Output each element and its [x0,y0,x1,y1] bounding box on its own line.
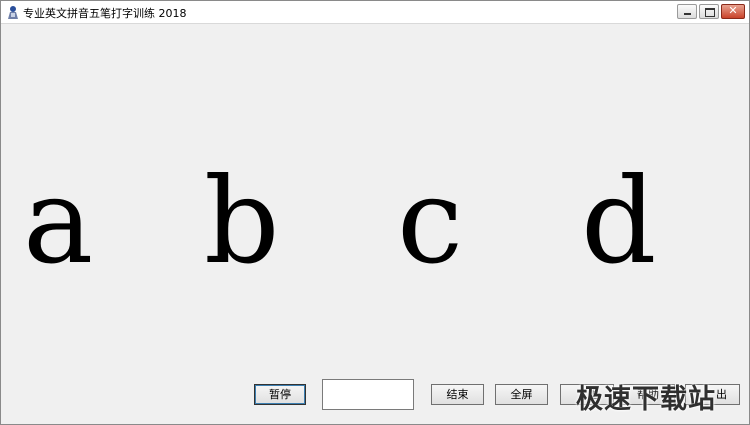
fullscreen-button[interactable]: 全屏 [495,384,548,405]
minimize-icon [684,13,691,15]
window-title: 专业英文拼音五笔打字训练 2018 [23,7,187,20]
title-bar[interactable]: 专业英文拼音五笔打字训练 2018 ✕ [1,1,749,24]
fullscreen-button-label: 全屏 [510,388,533,401]
app-icon [8,6,18,19]
end-button-label: 结束 [446,388,469,401]
close-icon: ✕ [728,4,738,17]
pause-button-label: 暂停 [269,388,291,401]
maximize-button[interactable] [699,4,719,19]
app-window: 专业英文拼音五笔打字训练 2018 ✕ a b c d 暂停 结束 全屏 退 帮… [0,0,750,425]
close-button[interactable]: ✕ [721,4,745,19]
practice-letter: b [204,152,280,290]
pause-button[interactable]: 暂停 [254,384,306,405]
practice-letter: d [581,152,657,290]
minimize-button[interactable] [677,4,697,19]
watermark: 极速下载站 [576,384,716,415]
typing-input[interactable] [322,379,414,410]
practice-letter: c [397,152,464,290]
practice-letter: a [23,152,94,290]
end-button[interactable]: 结束 [431,384,484,405]
maximize-icon [705,8,715,17]
